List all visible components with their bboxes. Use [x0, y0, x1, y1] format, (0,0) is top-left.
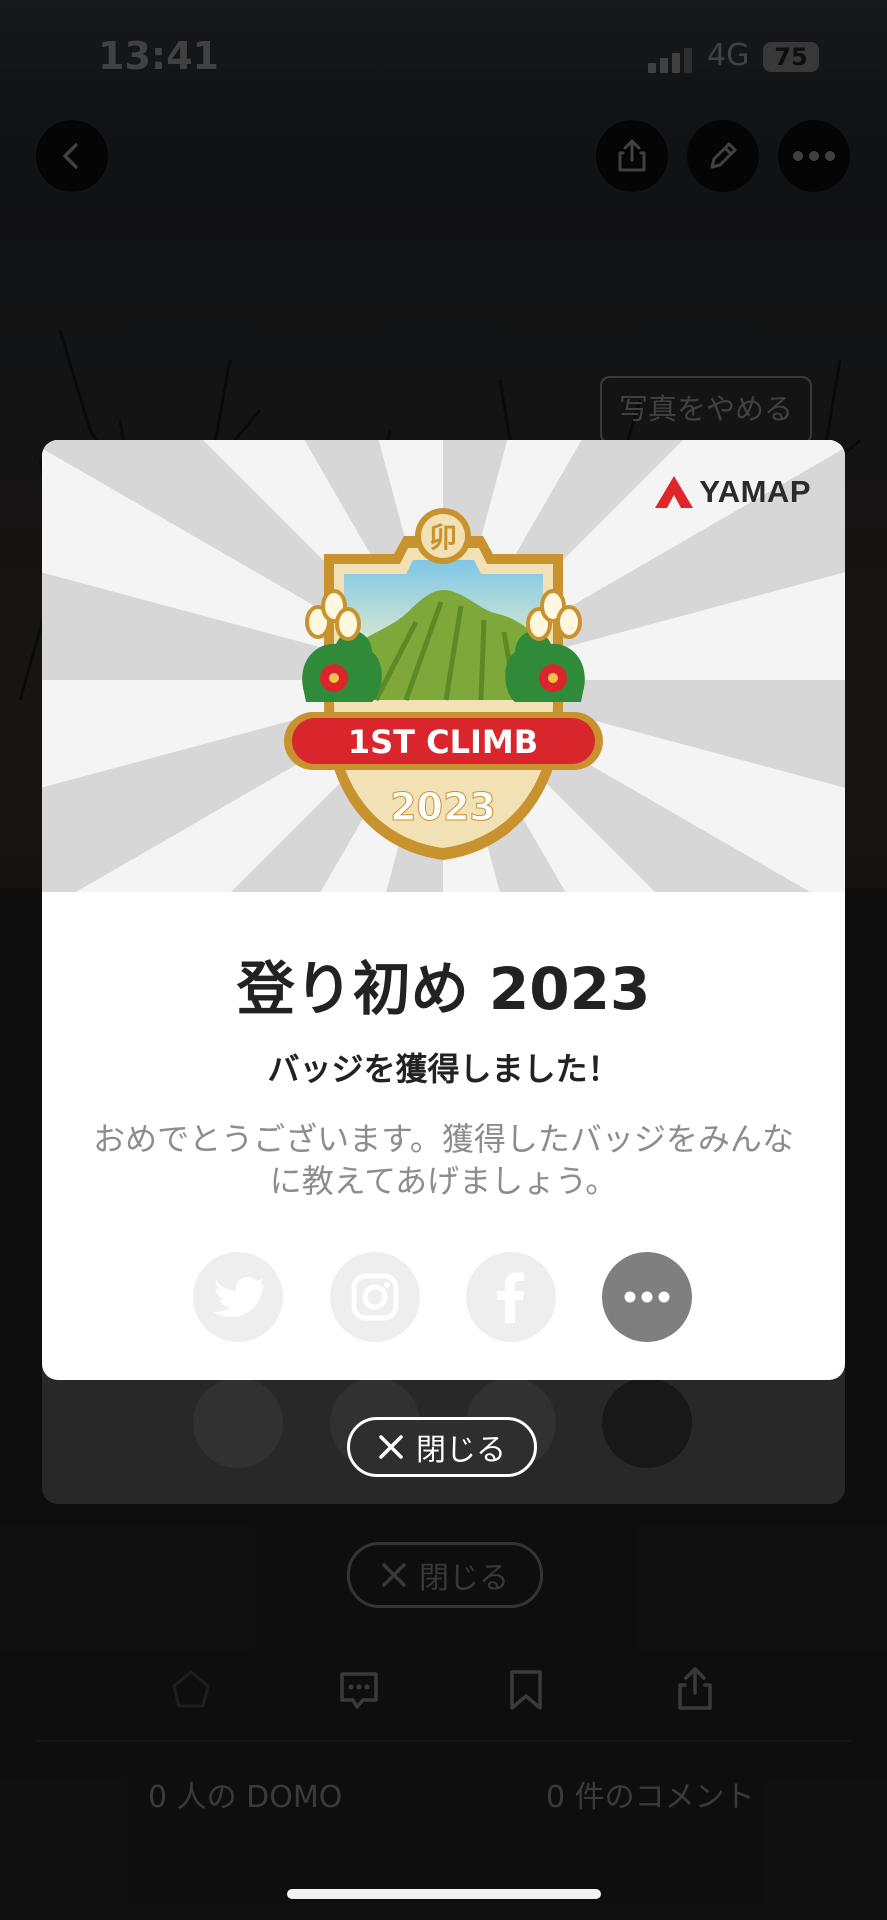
- instagram-icon: [351, 1273, 399, 1321]
- instagram-share-button[interactable]: [330, 1252, 420, 1342]
- twitter-share-button[interactable]: [193, 1252, 283, 1342]
- badge-description: おめでとうございます。獲得したバッジをみんなに教えてあげましょう。: [93, 1120, 794, 1200]
- close-icon: [379, 1435, 403, 1459]
- facebook-share-button[interactable]: [466, 1252, 556, 1342]
- yamap-logo: YAMAP: [655, 474, 811, 510]
- badge-kanji: 卯: [429, 521, 457, 554]
- close-button-label: 閉じる: [416, 1433, 506, 1468]
- badge-award-dialog: YAMAP 卯 1ST CLIMB 2023 登り初め 2023 バッジを獲得し…: [42, 440, 845, 1380]
- badge-title: 登り初め 2023: [236, 955, 651, 1023]
- yamap-mountain-icon: [655, 476, 694, 508]
- more-share-button[interactable]: [602, 1252, 692, 1342]
- badge-hero: YAMAP 卯 1ST CLIMB 2023: [42, 440, 845, 892]
- first-climb-badge: 卯 1ST CLIMB 2023: [284, 508, 603, 860]
- home-indicator[interactable]: [287, 1889, 601, 1899]
- more-icon: [624, 1291, 670, 1303]
- badge-banner-text: 1ST CLIMB: [348, 723, 538, 761]
- share-row: [42, 1252, 845, 1344]
- badge-year: 2023: [390, 785, 496, 829]
- facebook-icon: [497, 1272, 524, 1323]
- brand-name: YAMAP: [699, 474, 811, 509]
- twitter-icon: [213, 1277, 263, 1317]
- badge-subtitle: バッジを獲得しました！: [267, 1050, 620, 1088]
- close-button[interactable]: 閉じる: [347, 1417, 537, 1477]
